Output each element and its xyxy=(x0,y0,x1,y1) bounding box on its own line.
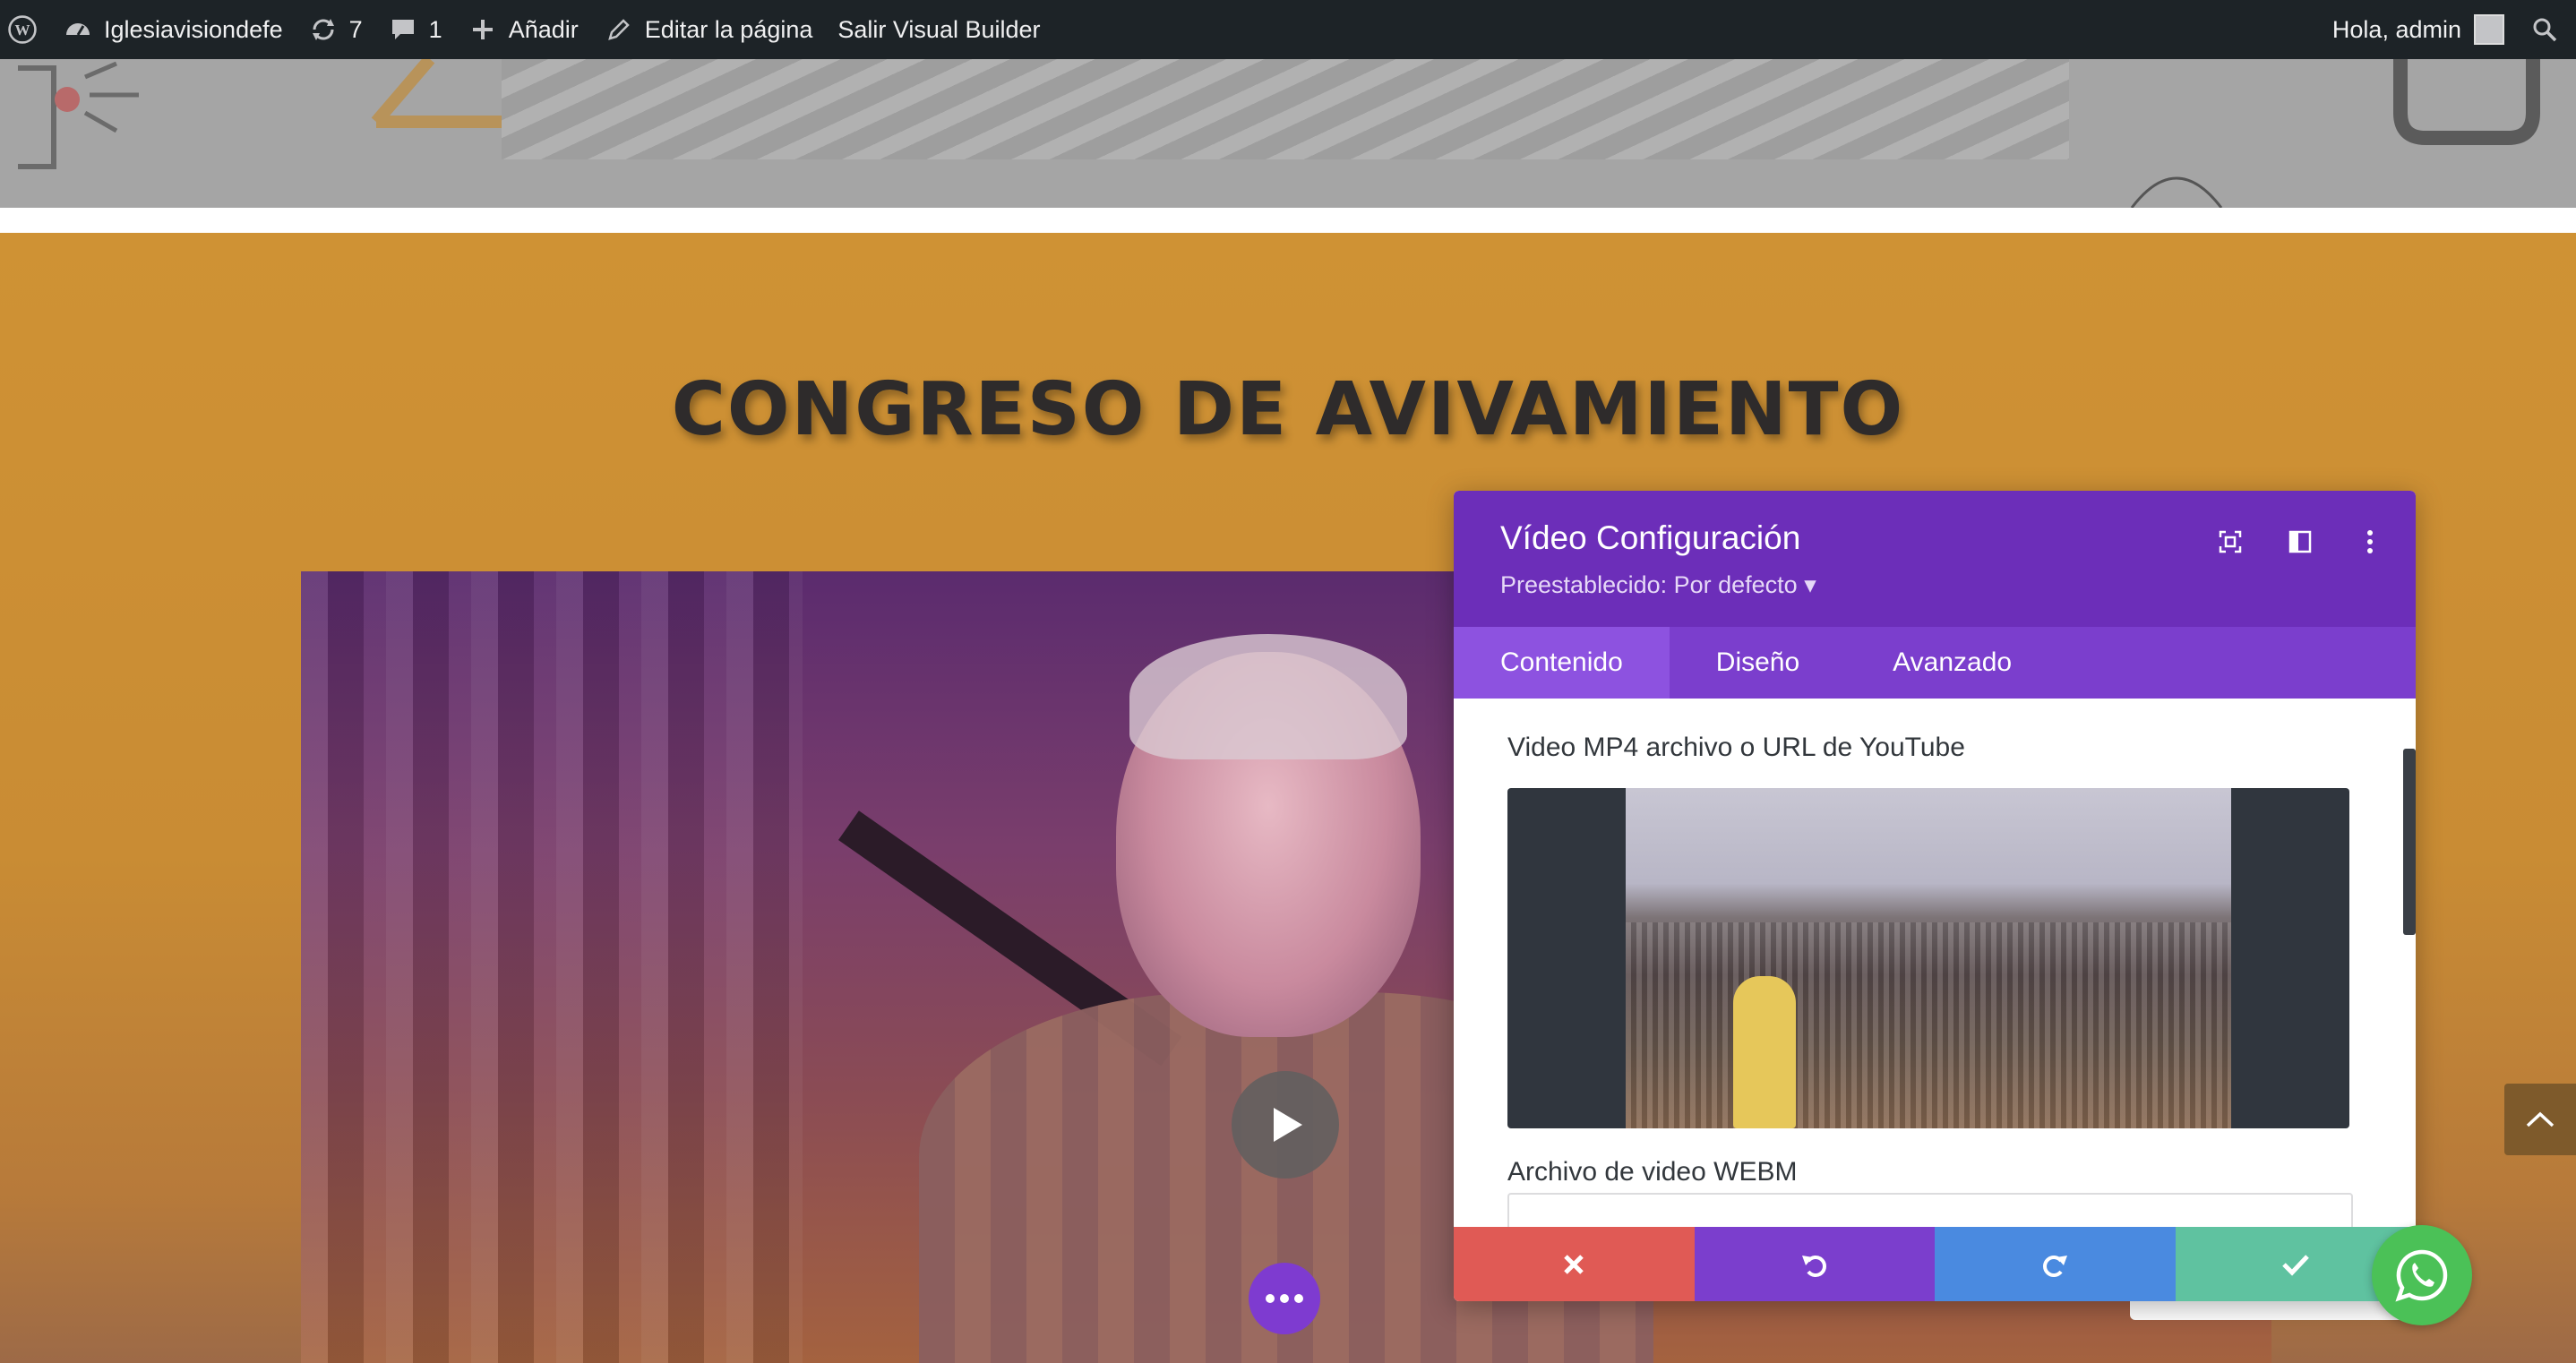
thumbnail-speaker xyxy=(1733,976,1796,1128)
wordpress-icon: W xyxy=(7,14,38,45)
add-new-link[interactable]: Añadir xyxy=(455,0,591,59)
exit-visual-builder-label: Salir Visual Builder xyxy=(837,15,1041,43)
play-button[interactable] xyxy=(1232,1071,1339,1179)
close-icon xyxy=(1564,1254,1584,1274)
decorative-arc xyxy=(2130,176,2223,208)
panel-title: Vídeo Configuración xyxy=(1500,519,1801,556)
search-button[interactable] xyxy=(2517,0,2576,59)
play-icon xyxy=(1274,1108,1302,1142)
comment-icon xyxy=(388,14,418,45)
video-thumbnail xyxy=(1626,788,2231,1128)
previous-section xyxy=(0,59,2576,208)
expand-panel-button[interactable] xyxy=(2215,527,2245,557)
video-curtain xyxy=(301,571,803,1363)
expand-icon xyxy=(2219,530,2242,553)
panel-footer xyxy=(1454,1227,2416,1301)
comments-link[interactable]: 1 xyxy=(375,0,455,59)
chevron-up-icon xyxy=(2526,1111,2555,1127)
comments-count: 1 xyxy=(428,15,442,43)
speaker-hair xyxy=(1129,634,1407,759)
video-upload-preview[interactable] xyxy=(1507,788,2349,1128)
decorative-stripes xyxy=(502,59,2069,159)
dashboard-icon xyxy=(63,14,93,45)
redo-icon xyxy=(2043,1255,2068,1277)
panel-scrollbar[interactable] xyxy=(2403,749,2416,935)
mp4-field-label: Video MP4 archivo o URL de YouTube xyxy=(1507,733,1965,762)
updates-count: 7 xyxy=(348,15,363,43)
panel-header[interactable]: Vídeo Configuración Preestablecido: Por … xyxy=(1454,491,2416,627)
video-settings-panel: Vídeo Configuración Preestablecido: Por … xyxy=(1454,491,2416,1301)
tab-contenido[interactable]: Contenido xyxy=(1454,627,1670,699)
edit-page-link[interactable]: Editar la página xyxy=(591,0,826,59)
discard-button[interactable] xyxy=(1454,1227,1695,1301)
account-menu[interactable]: Hola, admin xyxy=(2320,0,2517,59)
pencil-icon xyxy=(604,14,634,45)
ellipsis-icon xyxy=(1266,1294,1303,1303)
avatar xyxy=(2474,14,2504,45)
scroll-to-top-button[interactable] xyxy=(2504,1084,2576,1155)
tab-diseno[interactable]: Diseño xyxy=(1670,627,1846,699)
svg-text:W: W xyxy=(15,21,30,39)
edit-page-label: Editar la página xyxy=(644,15,813,43)
site-name-link[interactable]: Iglesiavisiondefe xyxy=(50,0,296,59)
add-new-label: Añadir xyxy=(508,15,579,43)
module-options-button[interactable] xyxy=(1249,1263,1320,1334)
check-icon xyxy=(2281,1254,2309,1276)
search-icon xyxy=(2529,14,2560,45)
tab-avanzado[interactable]: Avanzado xyxy=(1846,627,2058,699)
decorative-shape xyxy=(371,59,502,128)
panel-tabs: Contenido Diseño Avanzado xyxy=(1454,627,2416,699)
refresh-icon xyxy=(308,14,339,45)
page-title: CONGRESO DE AVIVAMIENTO xyxy=(671,367,1905,452)
exit-visual-builder-link[interactable]: Salir Visual Builder xyxy=(825,0,1052,59)
greeting: Hola, admin xyxy=(2331,15,2461,43)
thumbnail-crowd xyxy=(1626,922,2231,1128)
undo-button[interactable] xyxy=(1694,1227,1935,1301)
whatsapp-chat-button[interactable] xyxy=(2372,1225,2472,1325)
whatsapp-icon xyxy=(2395,1249,2448,1302)
admin-bar: W Iglesiavisiondefe 7 1 Añadir Editar la… xyxy=(0,0,2576,59)
panel-content: Video MP4 archivo o URL de YouTube Archi… xyxy=(1454,699,2416,1250)
megaphone-icon xyxy=(18,61,139,169)
updates-link[interactable]: 7 xyxy=(296,0,375,59)
webm-field-label: Archivo de video WEBM xyxy=(1507,1157,1798,1187)
plus-icon xyxy=(468,14,498,45)
undo-icon xyxy=(1801,1255,1826,1277)
wordpress-menu[interactable]: W xyxy=(0,0,50,59)
panel-menu-button[interactable] xyxy=(2355,527,2385,557)
preset-selector[interactable]: Preestablecido: Por defecto ▾ xyxy=(1500,571,1816,599)
snap-panel-button[interactable] xyxy=(2285,527,2315,557)
decorative-frame xyxy=(2393,59,2540,145)
redo-button[interactable] xyxy=(1935,1227,2176,1301)
section-divider xyxy=(0,208,2576,233)
kebab-icon xyxy=(2367,530,2373,553)
site-name: Iglesiavisiondefe xyxy=(104,15,283,43)
sidebar-layout-icon xyxy=(2288,530,2312,553)
